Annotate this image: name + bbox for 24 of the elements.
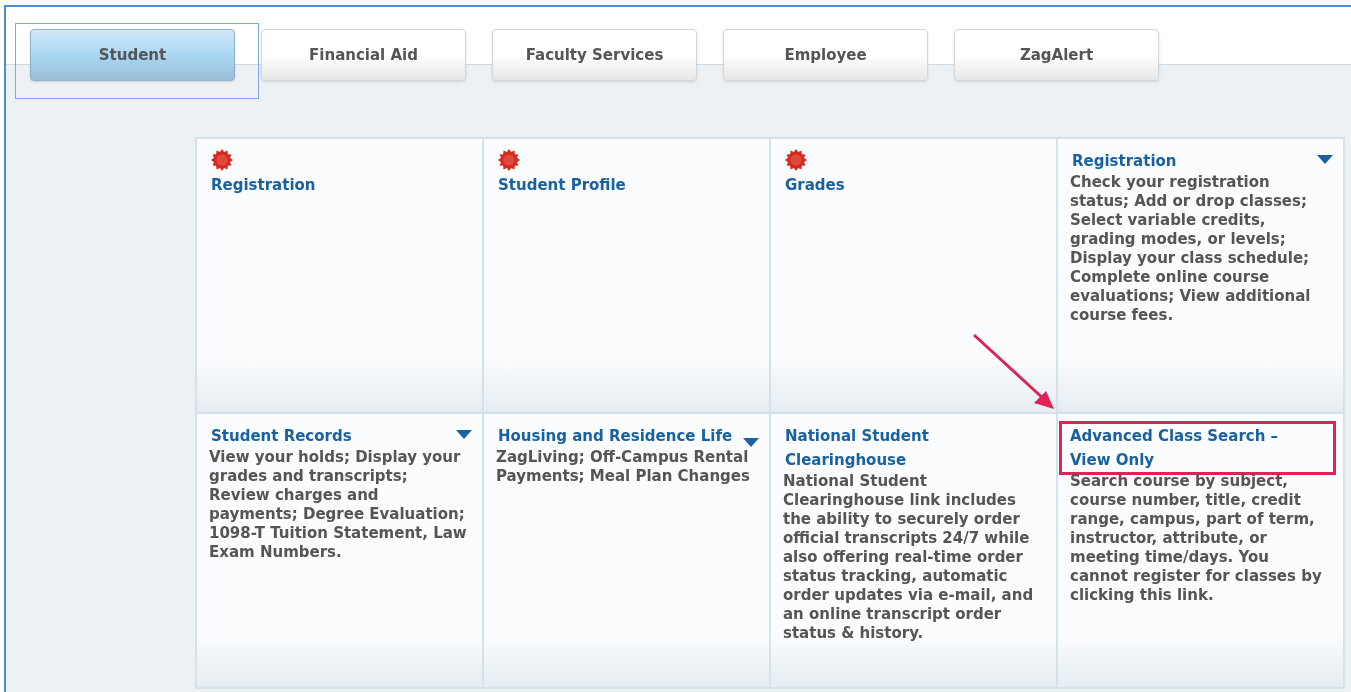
tile-link[interactable]: Registration xyxy=(211,173,316,197)
tile-description: Search course by subject, course number, title, credit range, campus, part of term, instructor, attribute, or meeting time/days. You cannot register for classes by clicking this link. xyxy=(1070,472,1323,605)
tab[interactable]: Student xyxy=(30,29,235,81)
new-badge-icon xyxy=(498,149,520,171)
tile-link[interactable]: Registration xyxy=(1072,149,1177,173)
tab[interactable]: Employee xyxy=(723,29,928,81)
tab[interactable]: ZagAlert xyxy=(954,29,1159,81)
dropdown-caret-icon[interactable] xyxy=(1317,155,1333,164)
tile-description: View your holds; Display your grades and transcripts; Review charges and payments; Degree Evaluation; 1098-T Tuition Statement, Law Exam Numbers. xyxy=(209,448,468,562)
new-badge-icon xyxy=(785,149,807,171)
tile-link[interactable]: Grades xyxy=(785,173,845,197)
dropdown-caret-icon[interactable] xyxy=(456,430,472,439)
tab[interactable]: Financial Aid xyxy=(261,29,466,81)
tile-link[interactable]: Student Records xyxy=(211,424,352,448)
tile-description: Check your registration status; Add or drop classes; Select variable credits, grading modes, or levels; Display your class schedule; Complete online course evaluations; View additional course fees. xyxy=(1070,173,1312,325)
new-badge-icon xyxy=(211,149,233,171)
tile-description: National Student Clearinghouse link includes the ability to securely order official transcripts 24/7 while also offering real-time order status tracking, automatic order updates via e-mail, and an online transcript order status & history. xyxy=(783,472,1035,643)
tile-link[interactable]: Housing and Residence Life xyxy=(498,424,733,448)
dropdown-caret-icon[interactable] xyxy=(743,438,759,447)
tile-link[interactable]: National Student Clearinghouse xyxy=(785,424,1025,472)
tab[interactable]: Faculty Services xyxy=(492,29,697,81)
tile-link[interactable]: Student Profile xyxy=(498,173,626,197)
tile-link[interactable]: Advanced Class Search – View Only xyxy=(1062,424,1333,472)
tile-description: ZagLiving; Off-Campus Rental Payments; Meal Plan Changes xyxy=(496,448,751,486)
